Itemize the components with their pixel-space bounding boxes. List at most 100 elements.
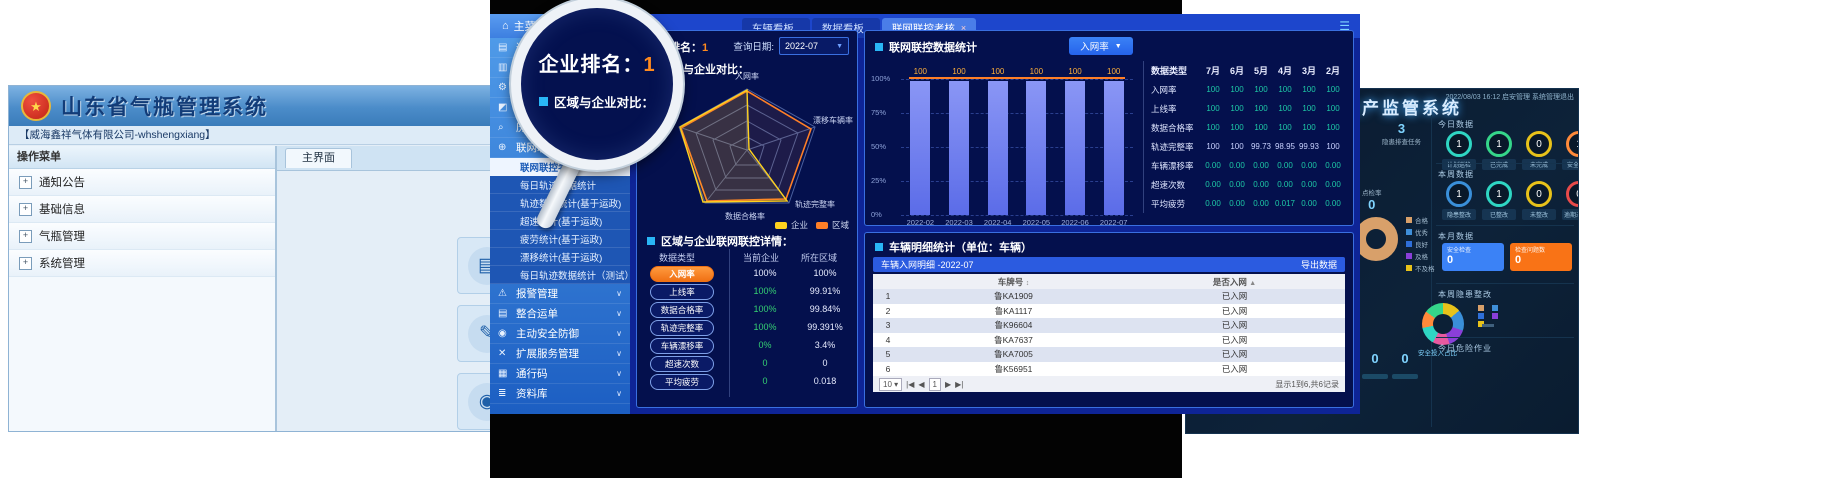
menu-item-icon: ◩ [498,102,507,113]
detail-section-title: 区域与企业联网联控详情： [647,233,793,249]
row-label: 上线率 [1151,103,1201,115]
legend-swatch-icon [1406,265,1412,271]
legend-item: 企业 [775,219,808,231]
submenu-item[interactable]: 漂移统计(基于运政) [490,248,630,266]
pagination-bar: 10 ▾ |◀ ◀ 1 ▶ ▶| 显示1到6,共6记录 [873,376,1345,392]
sidebar-item[interactable]: + 基础信息 [9,196,275,223]
data-type-button[interactable]: 入网率 [650,266,714,282]
gauge: 1 已完成 [1482,131,1516,170]
menu-item-label: 扩展服务管理 [516,346,579,361]
x-tick-label: 2022-05 [1023,218,1051,227]
home-icon: ⌂ [502,20,509,32]
region-value: 99.84% [797,304,853,314]
page-size-select[interactable]: 10 ▾ [879,378,902,391]
prev-page-icon[interactable]: ◀ [918,380,924,389]
stats-title: 联网联控数据统计 [875,39,977,55]
table-row[interactable]: 4 鲁KA7637 已入网 [873,333,1345,348]
row-label: 超速次数 [1151,179,1201,191]
bar-value-label: 100 [1068,67,1081,76]
data-type-button[interactable]: 平均疲劳 [650,374,714,390]
data-type-button[interactable]: 数据合格率 [650,302,714,318]
vehicle-detail-panel: 车辆明细统计（单位：车辆） 车辆入网明细 -2022-07 导出数据 车牌号 ↕… [864,232,1354,408]
network-status: 已入网 [1124,305,1345,317]
sidebar-item[interactable]: + 气瓶管理 [9,223,275,250]
sidebar-item[interactable]: + 通知公告 [9,169,275,196]
month-cards: 安全检查 0 检查问题数 0 累计安全投入 0 全年安全投入 0 [1442,243,1579,271]
gauge: 1 已整改 [1482,181,1516,220]
divider [1436,283,1574,284]
gauge: 0 未整改 [1522,181,1556,220]
section-bullet-icon [875,43,883,51]
sidebar-menu-item[interactable]: ⚠ 报警管理 ∨ [490,284,630,304]
bar-value-label: 100 [1030,67,1043,76]
data-type-button[interactable]: 超速次数 [650,356,714,372]
app-title: 山东省气瓶管理系统 [61,91,268,121]
data-type-button[interactable]: 车辆漂移率 [650,338,714,354]
sidebar-menu-item[interactable]: ▦ 通行码 ∨ [490,364,630,384]
menu-item-label: 资料库 [516,386,548,401]
divider [1436,163,1574,164]
ledger-label: 点检率 [1362,187,1382,197]
table-row[interactable]: 1 鲁KA1909 已入网 [873,289,1345,304]
card-label: 安全检查 [1447,245,1499,254]
expand-plus-icon[interactable]: + [19,203,32,216]
menu-item-icon: ≣ [498,388,506,399]
gauge-label: 隐患整改 [1442,209,1476,220]
expand-plus-icon[interactable]: + [19,230,32,243]
submenu-item[interactable]: 每日轨迹数据统计（测试） [490,266,630,284]
current-enterprise-value: 100% [741,322,789,332]
legend-label: 区域 [832,219,849,231]
sidebar-menu-item[interactable]: ◉ 主动安全防御 ∨ [490,324,630,344]
data-type-button[interactable]: 轨迹完整率 [650,320,714,336]
sidebar-menu-item[interactable]: ✕ 扩展服务管理 ∨ [490,344,630,364]
plate-number: 鲁KA1909 [903,290,1124,302]
sidebar-menu-item[interactable]: ≣ 资料库 ∨ [490,384,630,404]
submenu-item-label: 疲劳统计(基于运政) [520,232,602,246]
screenshot-stage: ★ 山东省气瓶管理系统 【威海鑫祥气体有限公司-whshengxiang】 操作… [0,0,1845,478]
tab-main[interactable]: 主界面 [285,148,352,168]
next-page-icon[interactable]: ▶ [945,380,951,389]
table-row[interactable]: 2 鲁KA1117 已入网 [873,304,1345,319]
stat-card[interactable]: 检查问题数 0 [1510,243,1572,271]
expand-plus-icon[interactable]: + [19,176,32,189]
gauge-ring: 1 [1446,131,1472,157]
ledger-value: 0 [1362,197,1382,212]
card-value: 0 [1447,254,1499,266]
network-status: 已入网 [1124,348,1345,360]
panel-divider [1143,61,1144,213]
sort-asc-icon[interactable]: ▲ [1249,280,1256,287]
expand-plus-icon[interactable]: + [19,257,32,270]
submenu-item[interactable]: 疲劳统计(基于运政) [490,230,630,248]
sort-icon[interactable]: ↕ [1026,280,1030,287]
data-type-button[interactable]: 上线率 [650,284,714,300]
table-row[interactable]: 5 鲁KA7005 已入网 [873,347,1345,362]
legend-label: 优秀 [1415,227,1428,237]
donut-legend: 合格 优秀 良好 及格 不及格 [1406,215,1435,275]
gauge-value: 1 [1456,139,1462,150]
legend-label: 不及格 [1415,263,1435,273]
table-row[interactable]: 3 鲁K96604 已入网 [873,318,1345,333]
submenu-item[interactable]: 超速统计(基于运政) [490,212,630,230]
bottom-stat: 0 [1362,351,1388,384]
first-page-icon[interactable]: |◀ [906,380,914,389]
gauge: 1 隐患整改 [1442,181,1476,220]
divider [1436,337,1574,338]
page-number-input[interactable]: 1 [929,378,941,391]
stat-card[interactable]: 累计安全投入 0 [1578,243,1579,271]
bar-value-label: 100 [952,67,965,76]
sidebar-menu-item[interactable]: ▤ 整合运单 ∨ [490,304,630,324]
metric-dropdown[interactable]: 入网率 ▼ [1069,37,1133,55]
sidebar-item[interactable]: + 系统管理 [9,250,275,277]
vehicle-rows: 1 鲁KA1909 已入网 2 鲁KA1117 已入网 3 [873,289,1345,376]
stat-value: 3 [1382,121,1421,136]
last-page-icon[interactable]: ▶| [955,380,963,389]
export-button[interactable]: 导出数据 [1301,258,1337,271]
sidebar-item-label: 系统管理 [39,255,85,271]
safety-user-bar[interactable]: 2022/08/03 16:12 启安管理 系统管理退出 [1446,92,1574,102]
gauge: 0 逾期未整改 [1562,181,1579,220]
table-row[interactable]: 6 鲁K56951 已入网 [873,362,1345,377]
gauge-label: 未完成 [1522,159,1556,170]
stat-card[interactable]: 安全检查 0 [1442,243,1504,271]
query-date-select[interactable]: 2022-07 ▼ [779,37,849,55]
left-sidebar: 操作菜单 + 通知公告 + 基础信息 [9,146,277,431]
